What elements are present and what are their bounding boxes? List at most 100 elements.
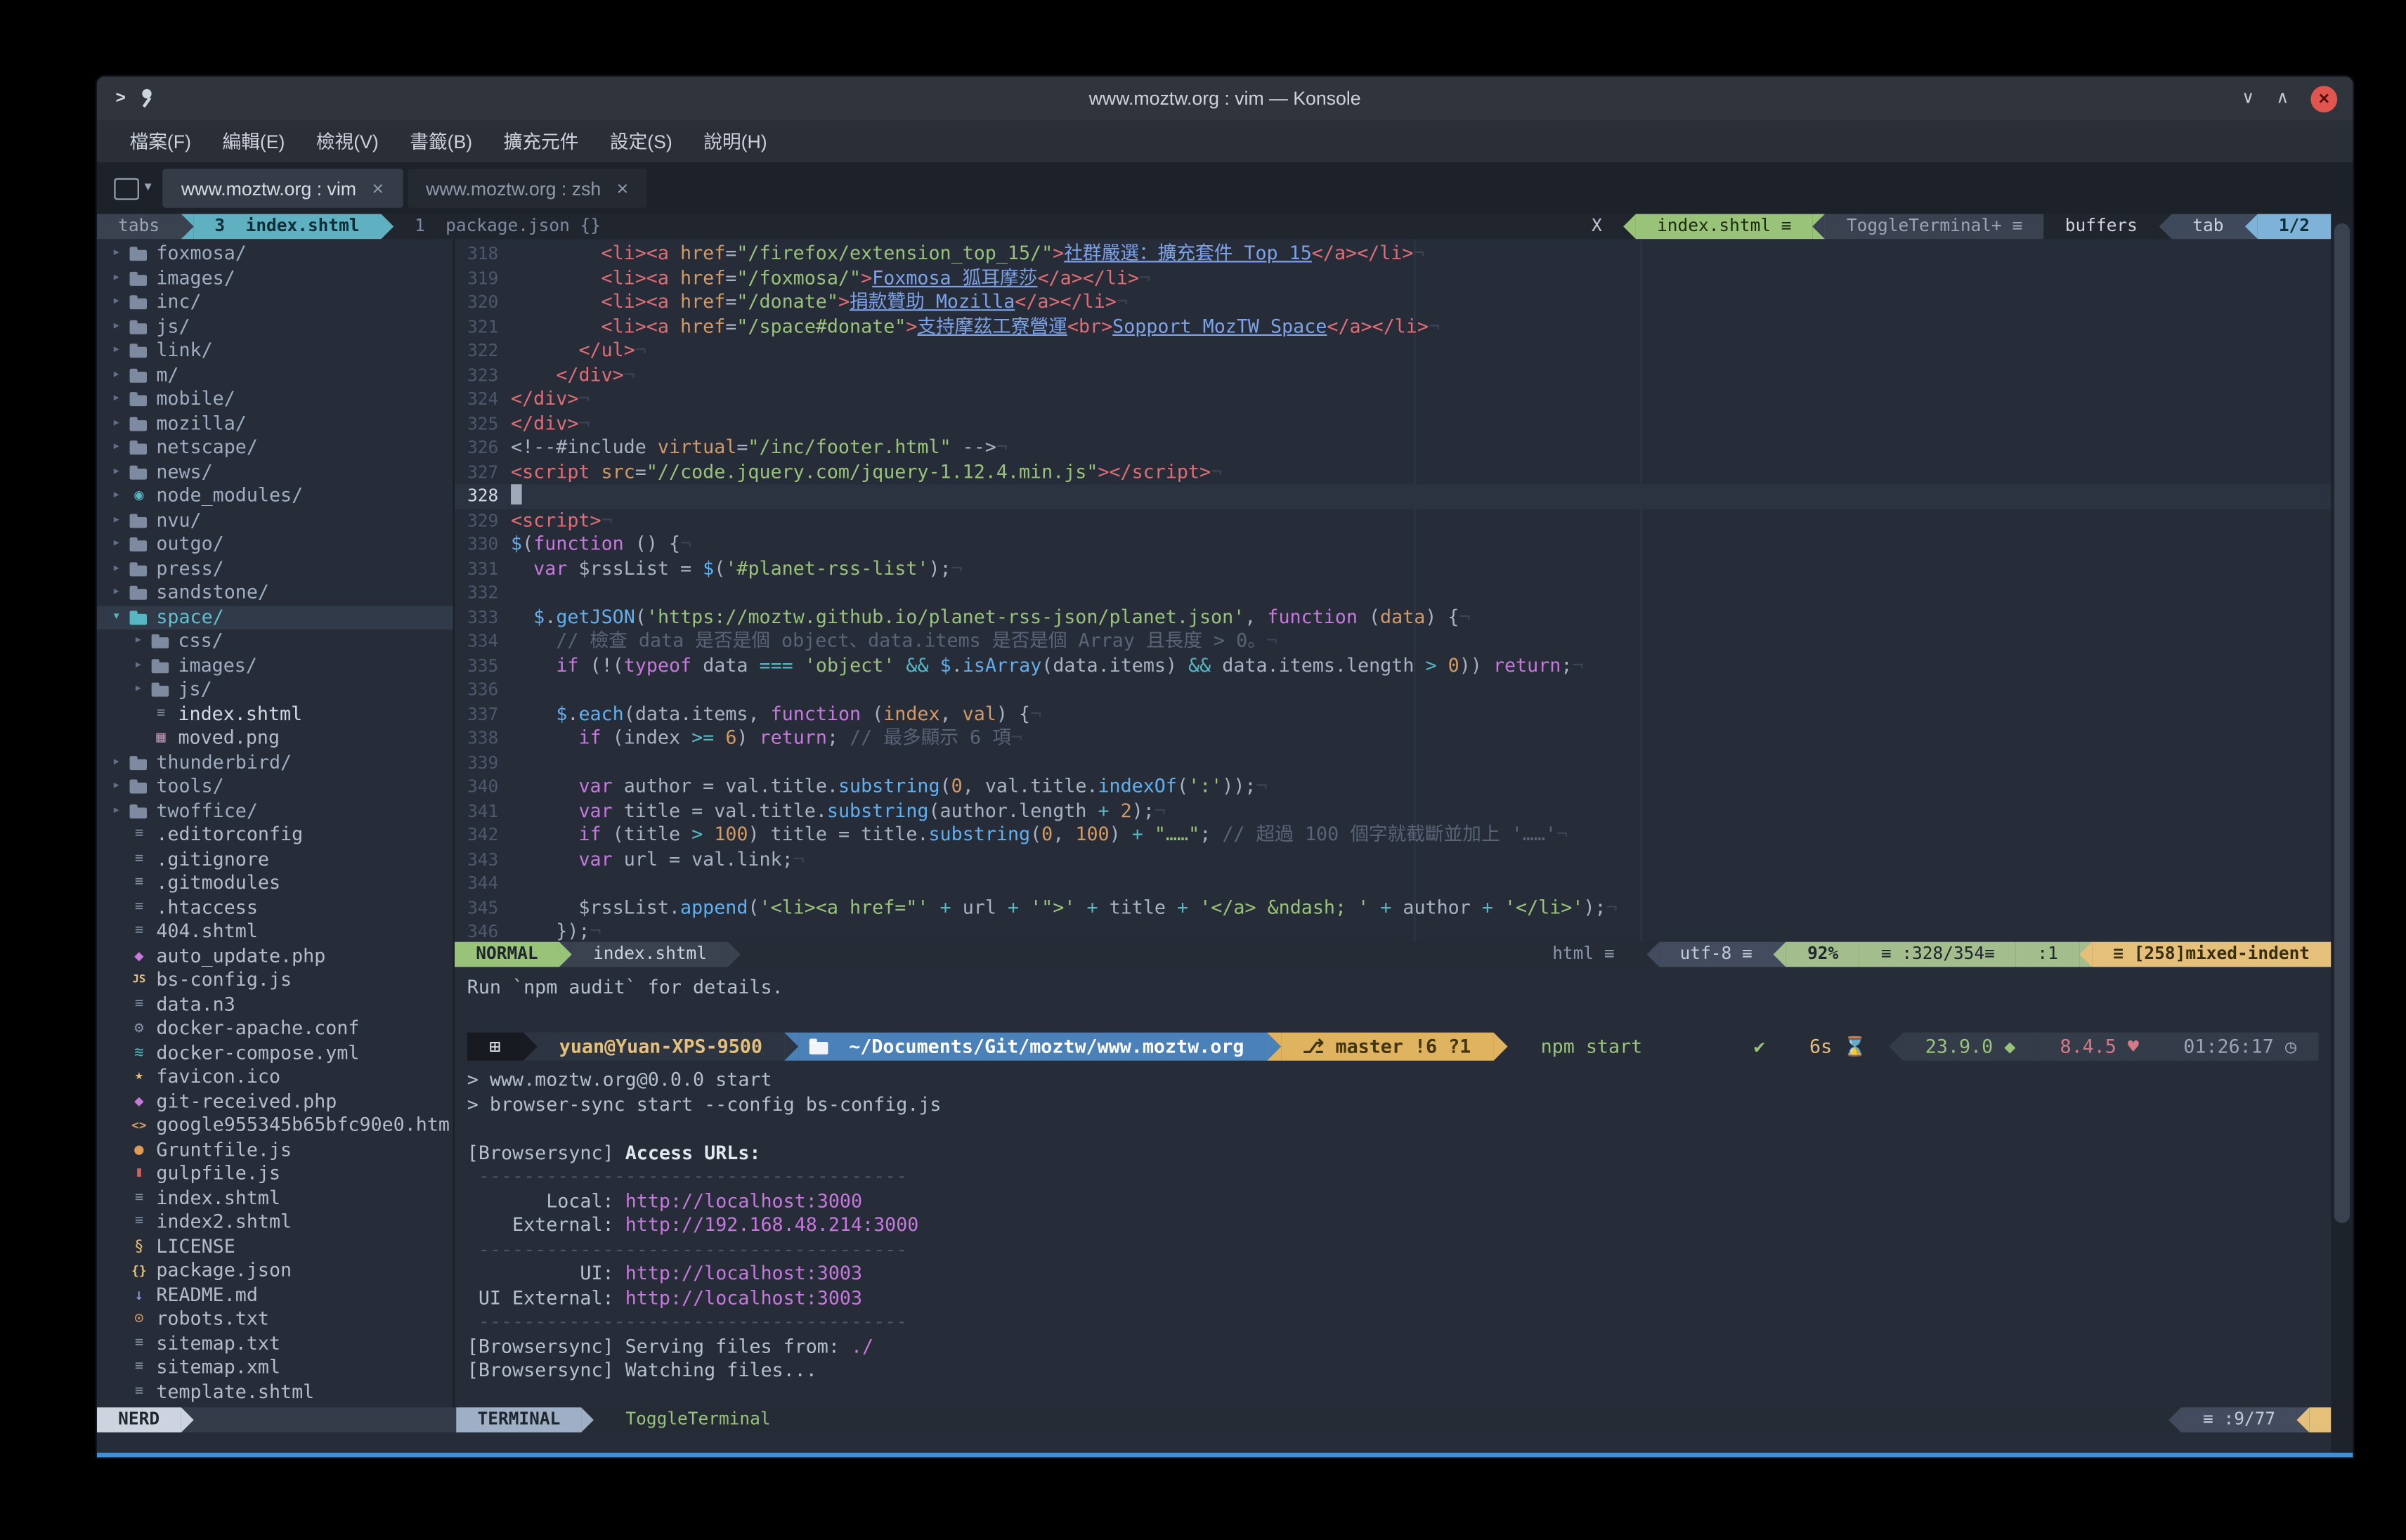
menu-item-4[interactable]: 擴充元件	[490, 124, 593, 159]
terminal-pane[interactable]: Run `npm audit` for details. ⊞ yuan@Yuan…	[455, 967, 2331, 1407]
code-line[interactable]: 336	[455, 678, 2331, 702]
tree-item[interactable]: ↓README.md	[97, 1284, 453, 1307]
menu-item-0[interactable]: 檔案(F)	[116, 124, 205, 159]
editor-pane[interactable]: 318 <li><a href="/firefox/extension_top_…	[455, 239, 2331, 942]
tree-item[interactable]: {}package.json	[97, 1259, 453, 1283]
tab-close-button[interactable]: X	[1580, 214, 1623, 240]
code-line[interactable]: 319 <li><a href="/foxmosa/">Foxmosa 狐耳摩莎…	[455, 266, 2331, 290]
maximize-button[interactable]: ∧	[2276, 90, 2289, 107]
tree-item[interactable]: ▸images/	[97, 653, 453, 677]
nerdtree-sidebar[interactable]: ▸foxmosa/▸images/▸inc/▸js/▸link/▸m/▸mobi…	[97, 239, 455, 1407]
code-line[interactable]: 329<script>¬	[455, 509, 2331, 533]
code-line[interactable]: 318 <li><a href="/firefox/extension_top_…	[455, 242, 2331, 266]
code-line[interactable]: 333 $.getJSON('https://moztw.github.io/p…	[455, 606, 2331, 629]
code-line[interactable]: 346 });¬	[455, 920, 2331, 942]
tree-item[interactable]: ⊙robots.txt	[97, 1307, 453, 1331]
code-line[interactable]: 324</div>¬	[455, 387, 2331, 411]
tree-item[interactable]: ▸twoffice/	[97, 799, 453, 823]
close-tab-icon[interactable]: ×	[372, 176, 384, 200]
code-line[interactable]: 345 $rssList.append('<li><a href="' + ur…	[455, 896, 2331, 920]
code-line[interactable]: 323 </div>¬	[455, 363, 2331, 387]
menu-item-2[interactable]: 檢視(V)	[302, 124, 393, 159]
code-line[interactable]: 328	[455, 484, 2331, 508]
code-line[interactable]: 337 $.each(data.items, function (index, …	[455, 702, 2331, 726]
code-line[interactable]: 322 </ul>¬	[455, 339, 2331, 363]
tree-item[interactable]: ▸foxmosa/	[97, 242, 453, 266]
tree-item[interactable]: ≡.gitignore	[97, 847, 453, 871]
tree-item[interactable]: ▮gulpfile.js	[97, 1162, 453, 1186]
tree-item[interactable]: ▸tools/	[97, 775, 453, 799]
tree-item[interactable]: ▸news/	[97, 460, 453, 484]
tree-item[interactable]: ▸js/	[97, 678, 453, 702]
konsole-tab[interactable]: www.moztw.org : zsh×	[407, 169, 647, 208]
code-line[interactable]: 343 var url = val.link;¬	[455, 847, 2331, 871]
code-line[interactable]: 326<!--#include virtual="/inc/footer.htm…	[455, 436, 2331, 459]
code-line[interactable]: 344	[455, 872, 2331, 896]
tree-item[interactable]: ▸css/	[97, 629, 453, 653]
code-line[interactable]: 338 if (index >= 6) return; // 最多顯示 6 項¬	[455, 726, 2331, 750]
tree-item[interactable]: ▸m/	[97, 363, 453, 387]
tree-item[interactable]: §LICENSE	[97, 1235, 453, 1259]
tree-item[interactable]: <>google955345b65bfc90e0.htm	[97, 1114, 453, 1137]
tree-item[interactable]: ●Gruntfile.js	[97, 1138, 453, 1162]
tree-item[interactable]: ★favicon.ico	[97, 1065, 453, 1089]
tree-item[interactable]: ◆auto_update.php	[97, 944, 453, 968]
tree-item[interactable]: ▦moved.png	[97, 726, 453, 750]
code-line[interactable]: 332	[455, 581, 2331, 605]
tree-item[interactable]: ≡.htaccess	[97, 896, 453, 920]
tree-item[interactable]: ≡sitemap.txt	[97, 1331, 453, 1355]
code-line[interactable]: 341 var title = val.title.substring(auth…	[455, 799, 2331, 823]
code-line[interactable]: 339	[455, 750, 2331, 774]
tree-item[interactable]: ◆git-received.php	[97, 1090, 453, 1114]
tree-item[interactable]: ▾space/	[97, 606, 453, 629]
buffer-toggleterminal[interactable]: ToggleTerminal+ ≡	[1826, 214, 2044, 240]
tree-item[interactable]: ≡data.n3	[97, 993, 453, 1017]
scrollbar-thumb[interactable]	[2334, 223, 2350, 1223]
tree-item[interactable]: ▸thunderbird/	[97, 750, 453, 774]
new-tab-button[interactable]	[110, 171, 153, 205]
tree-item[interactable]: ≡index.shtml	[97, 1187, 453, 1211]
code-line[interactable]: 334 // 檢查 data 是否是個 object、data.items 是否…	[455, 629, 2331, 653]
tree-item[interactable]: ▸press/	[97, 557, 453, 581]
tree-item[interactable]: ≡.gitmodules	[97, 872, 453, 896]
tree-item[interactable]: ▸mobile/	[97, 387, 453, 411]
tree-item[interactable]: ▸sandstone/	[97, 581, 453, 605]
tree-item[interactable]: ▸◉node_modules/	[97, 484, 453, 508]
code-line[interactable]: 330$(function () {¬	[455, 533, 2331, 556]
vim-tab-active[interactable]: 3 index.shtml	[193, 214, 381, 240]
code-line[interactable]: 335 if (!(typeof data === 'object' && $.…	[455, 653, 2331, 677]
code-line[interactable]: 325</div>¬	[455, 412, 2331, 436]
tree-item[interactable]: ▸netscape/	[97, 436, 453, 459]
tree-item[interactable]: ⚙docker-apache.conf	[97, 1017, 453, 1040]
code-line[interactable]: 331 var $rssList = $('#planet-rss-list')…	[455, 557, 2331, 581]
tree-item[interactable]: ▸link/	[97, 339, 453, 363]
code-line[interactable]: 327<script src="//code.jquery.com/jquery…	[455, 460, 2331, 484]
tree-item[interactable]: ▸nvu/	[97, 509, 453, 533]
menu-item-5[interactable]: 設定(S)	[596, 124, 687, 159]
code-line[interactable]: 321 <li><a href="/space#donate">支持摩茲工寮營運…	[455, 315, 2331, 339]
tree-item[interactable]: ≡.editorconfig	[97, 823, 453, 847]
close-tab-icon[interactable]: ×	[616, 176, 628, 200]
close-button[interactable]: ×	[2310, 85, 2337, 112]
tree-item[interactable]: JSbs-config.js	[97, 969, 453, 993]
code-line[interactable]: 342 if (title > 100) title = title.subst…	[455, 823, 2331, 847]
code-line[interactable]: 320 <li><a href="/donate">捐款贊助 Mozilla</…	[455, 291, 2331, 315]
buffer-current[interactable]: index.shtml ≡	[1636, 214, 1813, 240]
tree-item[interactable]: ≡index.shtml	[97, 702, 453, 726]
scrollbar[interactable]	[2331, 214, 2353, 1453]
menu-item-6[interactable]: 說明(H)	[689, 124, 781, 159]
tree-item[interactable]: ≡sitemap.xml	[97, 1356, 453, 1380]
tree-item[interactable]: ≡index2.shtml	[97, 1211, 453, 1234]
tree-item[interactable]: ≡template.shtml	[97, 1380, 453, 1404]
tree-item[interactable]: ▸js/	[97, 315, 453, 339]
tree-item[interactable]: ▸images/	[97, 266, 453, 290]
konsole-tab[interactable]: www.moztw.org : vim×	[162, 169, 403, 208]
titlebar[interactable]: > www.moztw.org : vim — Konsole ∨ ∧ ×	[97, 77, 2353, 120]
menu-item-1[interactable]: 編輯(E)	[208, 124, 299, 159]
pin-icon[interactable]	[138, 89, 155, 108]
vim-tab-2[interactable]: 1 package.json {}	[394, 214, 623, 240]
tree-item[interactable]: ▸mozilla/	[97, 412, 453, 436]
menu-item-3[interactable]: 書籤(B)	[396, 124, 486, 159]
tree-item[interactable]: ≡404.shtml	[97, 920, 453, 944]
minimize-button[interactable]: ∨	[2242, 90, 2254, 107]
